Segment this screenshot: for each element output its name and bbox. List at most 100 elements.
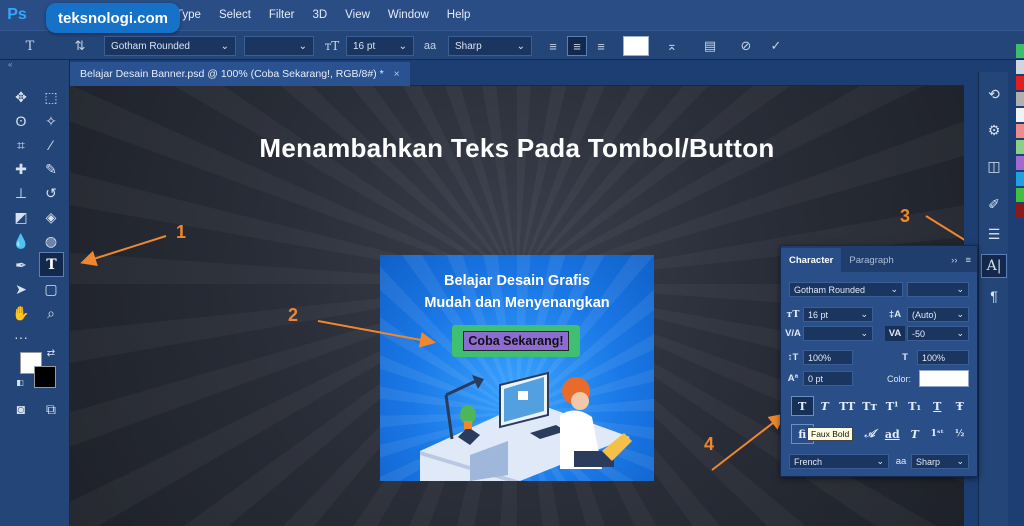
screen-mode-icon[interactable]: ⧉ (40, 398, 62, 420)
font-family-select[interactable]: Gotham Rounded ⌄ (104, 36, 236, 56)
history-panel-icon[interactable]: ⟲ (981, 82, 1007, 106)
commit-check-icon[interactable]: ✓ (766, 36, 786, 56)
superscript-button[interactable]: T¹ (881, 396, 904, 416)
tab-character[interactable]: Character (781, 248, 842, 272)
menu-select[interactable]: Select (219, 9, 251, 21)
paint-bucket-tool-icon[interactable]: ◈ (40, 206, 62, 228)
tab-paragraph[interactable]: Paragraph (841, 248, 901, 272)
swatch[interactable] (1016, 108, 1024, 122)
all-caps-button[interactable]: TT (836, 396, 859, 416)
brush-tool-icon[interactable]: ✎ (40, 158, 62, 180)
strikethrough-button[interactable]: Ŧ (949, 396, 972, 416)
align-left-icon[interactable]: ≡ (543, 36, 563, 56)
tracking-field[interactable]: -50 ⌄ (907, 326, 969, 341)
ordinals-button[interactable]: 1ˢᵗ (926, 424, 949, 444)
pen-tool-icon[interactable]: ✒ (10, 254, 32, 276)
faux-bold-button[interactable]: T (791, 396, 814, 416)
swatch[interactable] (1016, 92, 1024, 106)
text-color-swatch[interactable] (919, 370, 969, 387)
anti-alias-select[interactable]: Sharp ⌄ (911, 454, 969, 469)
menu-items: Type Select Filter 3D View Window Help (176, 0, 488, 30)
close-icon[interactable]: × (394, 68, 400, 80)
align-center-icon[interactable]: ≡ (567, 36, 587, 56)
swatch[interactable] (1016, 188, 1024, 202)
swatch[interactable] (1016, 172, 1024, 186)
horizontal-scale-field[interactable]: 100% (917, 350, 969, 365)
background-color-swatch[interactable] (34, 366, 56, 388)
small-caps-button[interactable]: Tт (859, 396, 882, 416)
move-tool-icon[interactable]: ✥ (10, 86, 32, 108)
collapse-icon[interactable]: « (0, 60, 69, 72)
horizontal-scale-icon: T (902, 352, 908, 363)
sponge-tool-icon[interactable]: ◍ (40, 230, 62, 252)
contextual-button[interactable]: T (904, 424, 927, 444)
swatch[interactable] (1016, 76, 1024, 90)
character-panel-tabs: Character Paragraph ›› ≡ (781, 246, 977, 272)
warp-text-icon[interactable]: ⌅ (662, 36, 682, 56)
panel-menu-icon[interactable]: ≡ (965, 255, 971, 266)
menu-3d[interactable]: 3D (312, 9, 327, 21)
kerning-field[interactable]: ⌄ (803, 326, 873, 341)
brushes-panel-icon[interactable]: ✐ (981, 192, 1007, 216)
leading-field[interactable]: (Auto) ⌄ (907, 307, 969, 322)
expand-panel-icon[interactable]: ›› (951, 255, 957, 266)
swatch[interactable] (1016, 60, 1024, 74)
vertical-scale-icon: ↕T (787, 352, 799, 363)
menu-view[interactable]: View (345, 9, 370, 21)
font-size-select[interactable]: 16 pt ⌄ (346, 36, 414, 56)
baseline-shift-field[interactable]: 0 pt (803, 371, 853, 386)
swatch[interactable] (1016, 140, 1024, 154)
character-panel-icon[interactable]: A| (981, 254, 1007, 278)
text-orientation-icon[interactable]: ⇅ (70, 36, 90, 56)
swap-colors-icon[interactable]: ⇄ (44, 346, 58, 360)
zoom-tool-icon[interactable]: ⌕ (40, 302, 62, 324)
libraries-panel-icon[interactable]: ◫ (981, 154, 1007, 178)
swatch[interactable] (1016, 156, 1024, 170)
magic-wand-tool-icon[interactable]: ✧ (40, 110, 62, 132)
blur-tool-icon[interactable]: 💧 (10, 230, 32, 252)
anti-alias-select[interactable]: Sharp ⌄ (448, 36, 532, 56)
default-colors-icon[interactable]: ◧ (14, 376, 26, 388)
eyedropper-tool-icon[interactable]: ⁄ (40, 134, 62, 156)
font-style-select[interactable]: ⌄ (244, 36, 314, 56)
menu-filter[interactable]: Filter (269, 9, 295, 21)
quick-mask-icon[interactable]: ◙ (10, 398, 32, 420)
tool-presets-panel-icon[interactable]: ☰ (981, 222, 1007, 246)
font-family-field[interactable]: Gotham Rounded ⌄ (789, 282, 903, 297)
align-right-icon[interactable]: ≡ (591, 36, 611, 56)
lasso-tool-icon[interactable]: ʘ (10, 110, 32, 132)
panels-toggle-icon[interactable]: ▤ (700, 36, 720, 56)
properties-panel-icon[interactable]: ⚙ (981, 118, 1007, 142)
clone-stamp-tool-icon[interactable]: ⊥ (10, 182, 32, 204)
menu-help[interactable]: Help (447, 9, 471, 21)
history-brush-tool-icon[interactable]: ↺ (40, 182, 62, 204)
swatch[interactable] (1016, 124, 1024, 138)
document-tab[interactable]: Belajar Desain Banner.psd @ 100% (Coba S… (70, 62, 410, 86)
underline-button[interactable]: T (926, 396, 949, 416)
titling-button[interactable]: ad (881, 424, 904, 444)
menu-window[interactable]: Window (388, 9, 429, 21)
eraser-tool-icon[interactable]: ◩ (10, 206, 32, 228)
marquee-tool-icon[interactable]: ⬚ (40, 86, 62, 108)
stylistic-alternates-button[interactable]: 𝒜 (859, 424, 882, 444)
text-color-swatch[interactable] (623, 36, 649, 56)
faux-italic-button[interactable]: T (814, 396, 837, 416)
subscript-button[interactable]: T₁ (904, 396, 927, 416)
type-tool-preset-icon[interactable]: T (20, 36, 40, 56)
font-size-field[interactable]: 16 pt ⌄ (803, 307, 873, 322)
more-tools-icon[interactable]: ··· (10, 326, 32, 348)
swatch[interactable] (1016, 204, 1024, 218)
path-selection-tool-icon[interactable]: ➤ (10, 278, 32, 300)
font-style-field[interactable]: ⌄ (907, 282, 969, 297)
rectangle-tool-icon[interactable]: ▢ (40, 278, 62, 300)
language-select[interactable]: French ⌄ (789, 454, 889, 469)
crop-tool-icon[interactable]: ⌗ (10, 134, 32, 156)
hand-tool-icon[interactable]: ✋ (10, 302, 32, 324)
fractions-button[interactable]: ½ (949, 424, 972, 444)
cancel-icon[interactable]: ⊘ (736, 36, 756, 56)
swatch[interactable] (1016, 44, 1024, 58)
type-tool-icon[interactable]: T (39, 252, 64, 277)
healing-brush-tool-icon[interactable]: ✚ (10, 158, 32, 180)
paragraph-panel-icon[interactable]: ¶ (981, 284, 1007, 308)
vertical-scale-field[interactable]: 100% (803, 350, 853, 365)
